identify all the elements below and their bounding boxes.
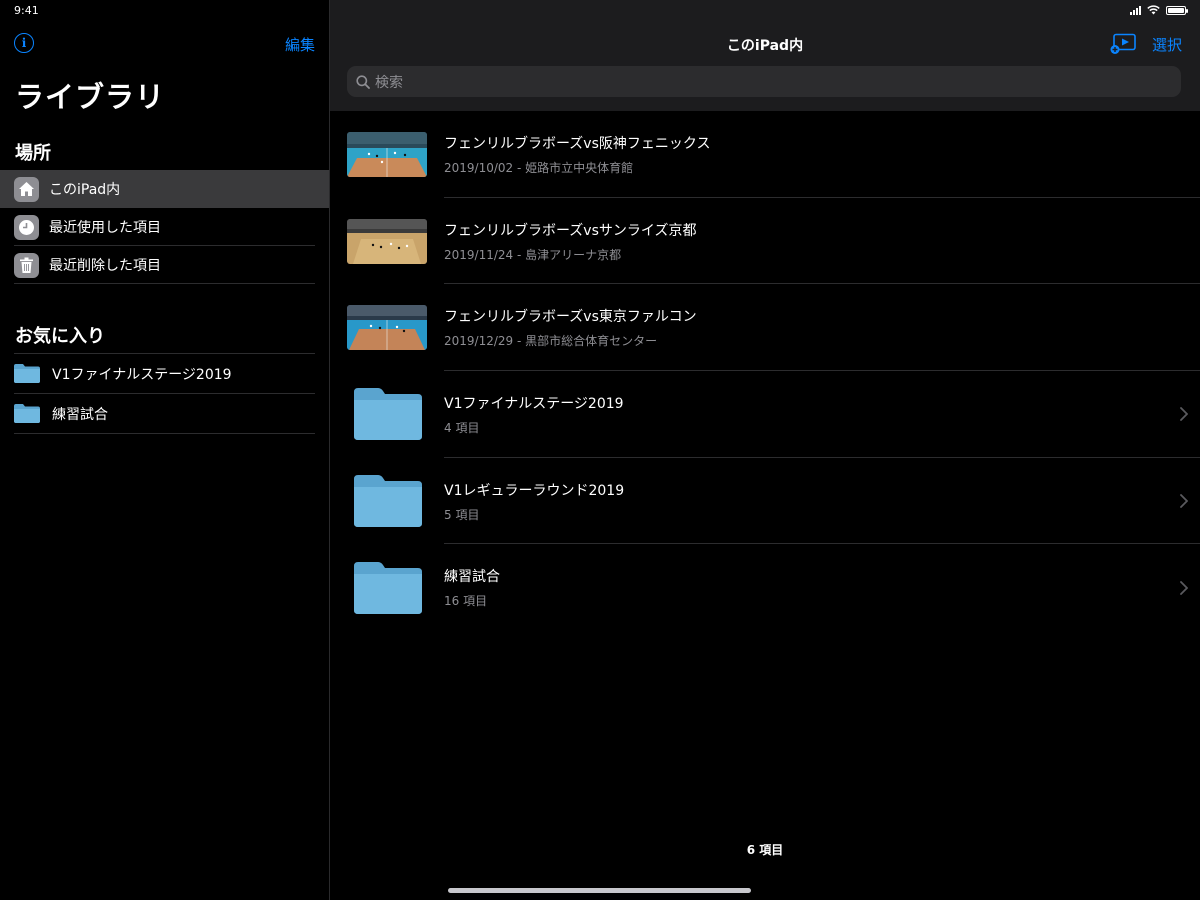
main-content: このiPad内 選択 検索 フェンリルブラボーズvs阪神フェニックス 2019/…	[330, 0, 1200, 900]
folder-icon	[14, 404, 40, 423]
item-title: フェンリルブラボーズvs阪神フェニックス	[444, 135, 711, 152]
chevron-right-icon	[1180, 407, 1188, 422]
wifi-icon	[1147, 5, 1160, 15]
select-button[interactable]: 選択	[1152, 34, 1182, 55]
list-item[interactable]: V1ファイナルステージ2019 4 項目	[330, 371, 1200, 458]
folder-icon	[354, 388, 422, 441]
sidebar: i 編集 ライブラリ 場所 このiPad内 最近使用した項目 最近削除した項目 …	[0, 0, 330, 900]
folder-icon	[354, 475, 422, 528]
library-title: ライブラリ	[15, 80, 166, 114]
locations-list: このiPad内 最近使用した項目 最近削除した項目	[0, 170, 329, 284]
status-time: 9:41	[14, 4, 39, 17]
sidebar-item-label: このiPad内	[49, 182, 121, 198]
list-item[interactable]: フェンリルブラボーズvs東京ファルコン 2019/12/29 - 黒部市総合体育…	[330, 284, 1200, 372]
home-indicator[interactable]	[448, 888, 751, 893]
item-subtitle: 2019/10/02 - 姫路市立中央体育館	[444, 160, 634, 175]
video-thumbnail	[347, 305, 427, 351]
folder-icon	[354, 561, 422, 614]
favorite-item-practice[interactable]: 練習試合	[14, 393, 315, 434]
item-subtitle: 2019/11/24 - 島津アリーナ京都	[444, 247, 622, 262]
sidebar-item-recently-deleted[interactable]: 最近削除した項目	[0, 246, 329, 284]
locations-header: 場所	[15, 143, 51, 164]
favorites-list: V1ファイナルステージ2019 練習試合	[0, 353, 329, 434]
house-icon	[14, 176, 39, 202]
item-title: V1ファイナルステージ2019	[444, 395, 624, 412]
sidebar-item-recents[interactable]: 最近使用した項目	[0, 208, 329, 246]
list-item[interactable]: フェンリルブラボーズvsサンライズ京都 2019/11/24 - 島津アリーナ京…	[330, 198, 1200, 285]
list-item[interactable]: 練習試合 16 項目	[330, 544, 1200, 631]
page-title: このiPad内	[726, 38, 804, 54]
item-subtitle: 2019/12/29 - 黒部市総合体育センター	[444, 334, 658, 349]
status-bar: 9:41	[0, 0, 1200, 22]
edit-button[interactable]: 編集	[285, 34, 315, 55]
item-count: 6 項目	[746, 843, 784, 857]
search-input[interactable]: 検索	[347, 66, 1181, 97]
favorite-label: 練習試合	[52, 406, 108, 423]
signal-icon	[1130, 5, 1141, 15]
list-item[interactable]: フェンリルブラボーズvs阪神フェニックス 2019/10/02 - 姫路市立中央…	[330, 111, 1200, 198]
item-subtitle: 16 項目	[444, 594, 488, 609]
item-subtitle: 5 項目	[444, 507, 480, 522]
folder-icon	[14, 364, 40, 383]
item-title: V1レギュラーラウンド2019	[444, 482, 625, 499]
video-thumbnail	[347, 218, 427, 264]
chevron-right-icon	[1180, 580, 1188, 595]
add-video-icon[interactable]	[1110, 33, 1138, 55]
list-item[interactable]: V1レギュラーラウンド2019 5 項目	[330, 458, 1200, 545]
clock-icon	[14, 214, 39, 240]
favorite-item-v1-final-stage[interactable]: V1ファイナルステージ2019	[14, 353, 315, 393]
item-title: フェンリルブラボーズvsサンライズ京都	[444, 222, 697, 239]
status-icons	[1130, 5, 1188, 15]
video-thumbnail	[347, 131, 427, 177]
favorites-header: お気に入り	[15, 326, 105, 347]
item-subtitle: 4 項目	[444, 420, 480, 435]
sidebar-item-label: 最近使用した項目	[49, 220, 161, 236]
sidebar-item-label: 最近削除した項目	[49, 258, 161, 274]
info-icon[interactable]: i	[14, 33, 34, 53]
file-list: フェンリルブラボーズvs阪神フェニックス 2019/10/02 - 姫路市立中央…	[330, 111, 1200, 631]
chevron-right-icon	[1180, 494, 1188, 508]
sidebar-item-this-ipad[interactable]: このiPad内	[0, 170, 329, 208]
trash-icon	[14, 252, 39, 278]
battery-icon	[1166, 5, 1188, 15]
item-title: 練習試合	[444, 569, 500, 586]
search-icon	[356, 74, 370, 89]
search-placeholder: 検索	[375, 74, 403, 91]
item-title: フェンリルブラボーズvs東京ファルコン	[444, 309, 697, 326]
favorite-label: V1ファイナルステージ2019	[52, 366, 232, 383]
